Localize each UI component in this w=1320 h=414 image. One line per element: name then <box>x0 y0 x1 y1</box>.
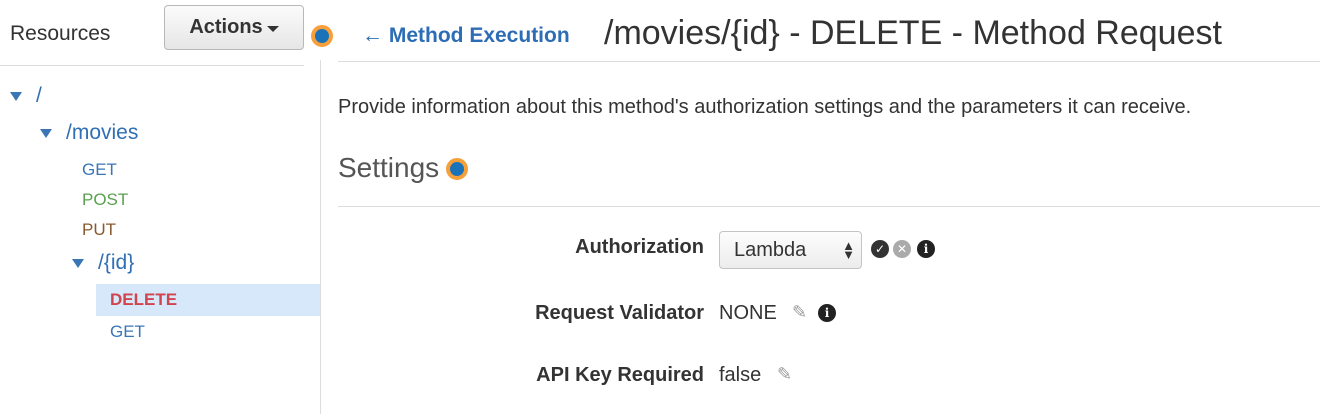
tree-item-movies-put[interactable]: PUT <box>82 220 116 240</box>
info-icon[interactable]: i <box>818 304 836 322</box>
method-label: GET <box>110 322 145 341</box>
tree-item-id-delete[interactable]: DELETE <box>110 290 177 310</box>
info-icon[interactable]: i <box>917 240 935 258</box>
check-circle-icon[interactable]: ✓ <box>871 240 889 258</box>
tree-label: /movies <box>66 121 139 144</box>
tree-label: /{id} <box>98 251 135 274</box>
method-label: PUT <box>82 220 116 239</box>
authorization-label: Authorization <box>575 236 704 258</box>
select-arrows-icon: ▲ ▼ <box>842 238 855 262</box>
description-text: Provide information about this method's … <box>338 96 1192 118</box>
tree-expand-icon[interactable] <box>72 258 84 268</box>
tree-item-movies[interactable]: /movies <box>40 121 138 145</box>
settings-heading: Settings <box>338 152 440 183</box>
request-validator-value: NONE <box>719 302 777 324</box>
actions-label: Actions <box>189 16 263 38</box>
tree-expand-icon[interactable] <box>10 91 22 101</box>
pencil-icon[interactable]: ✎ <box>777 364 792 385</box>
divider <box>0 65 304 66</box>
divider <box>338 61 1320 62</box>
method-label: GET <box>82 160 117 179</box>
info-dot-icon[interactable] <box>446 158 468 180</box>
actions-button[interactable]: Actions <box>164 5 304 50</box>
tree-item-movies-post[interactable]: POST <box>82 190 128 210</box>
caret-down-icon <box>266 25 279 32</box>
tree-item-id-get[interactable]: GET <box>110 322 145 342</box>
method-label: DELETE <box>110 290 178 309</box>
resources-title: Resources <box>10 22 111 45</box>
authorization-value: Lambda <box>734 238 807 261</box>
page-title: /movies/{id} - DELETE - Method Request <box>604 14 1222 52</box>
tree-item-id[interactable]: /{id} <box>72 251 134 275</box>
api-key-required-label: API Key Required <box>536 364 704 386</box>
resources-panel: Resources Actions / /movies GET POST PUT… <box>0 0 320 414</box>
info-dot-icon[interactable] <box>311 25 333 47</box>
tree-label: / <box>36 84 42 107</box>
tree-expand-icon[interactable] <box>40 128 52 138</box>
request-validator-label: Request Validator <box>535 302 704 324</box>
api-key-required-value: false <box>719 364 762 386</box>
pencil-icon[interactable]: ✎ <box>792 302 807 323</box>
method-execution-link[interactable]: ← Method Execution <box>362 24 570 48</box>
divider <box>338 206 1320 207</box>
tree-item-movies-get[interactable]: GET <box>82 160 117 180</box>
cancel-circle-icon[interactable]: ✕ <box>893 240 911 258</box>
panel-divider <box>320 60 321 414</box>
method-label: POST <box>82 190 129 209</box>
tree-item-root[interactable]: / <box>10 84 42 108</box>
authorization-select[interactable]: Lambda ▲ ▼ <box>719 231 862 269</box>
